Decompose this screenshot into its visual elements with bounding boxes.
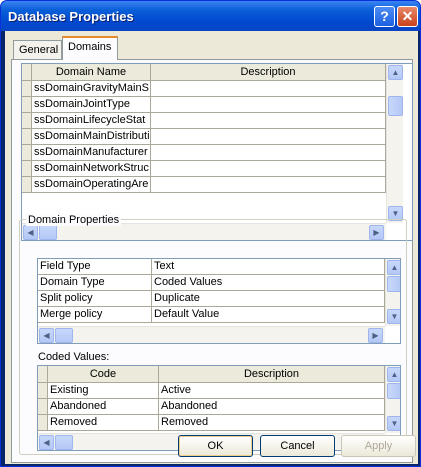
- domain-description-cell[interactable]: [151, 113, 386, 129]
- code-description-cell[interactable]: Removed: [159, 415, 385, 431]
- up-arrow-icon: ▲: [391, 68, 400, 77]
- help-icon: ?: [380, 8, 389, 24]
- row-header[interactable]: [22, 97, 32, 113]
- cancel-button[interactable]: Cancel: [260, 435, 335, 457]
- apply-button[interactable]: Apply: [341, 435, 416, 457]
- scroll-up-button[interactable]: ▲: [387, 367, 400, 382]
- down-arrow-icon: ▼: [390, 312, 399, 321]
- scroll-thumb[interactable]: [55, 328, 73, 343]
- vertical-scrollbar[interactable]: ▲ ▼: [385, 259, 400, 326]
- domain-description-cell[interactable]: [151, 129, 386, 145]
- help-button[interactable]: ?: [374, 6, 395, 27]
- row-header[interactable]: [22, 81, 32, 97]
- property-value-cell[interactable]: Text: [152, 259, 385, 275]
- row-header[interactable]: [38, 383, 48, 399]
- code-cell[interactable]: Removed: [48, 415, 159, 431]
- down-arrow-icon: ▼: [391, 209, 400, 218]
- code-description-cell[interactable]: Abandoned: [159, 399, 385, 415]
- scroll-up-button[interactable]: ▲: [388, 65, 403, 80]
- tab-domains[interactable]: Domains: [62, 36, 118, 60]
- scroll-thumb[interactable]: [388, 96, 403, 116]
- property-name-cell[interactable]: Split policy: [38, 291, 152, 307]
- domain-properties-label: Domain Properties: [26, 214, 122, 226]
- column-header-code[interactable]: Code: [48, 366, 159, 383]
- property-name-cell[interactable]: Field Type: [38, 259, 152, 275]
- close-button[interactable]: ✕: [397, 6, 418, 27]
- code-cell[interactable]: Abandoned: [48, 399, 159, 415]
- domain-description-cell[interactable]: [151, 161, 386, 177]
- domain-name-cell[interactable]: ssDomainOperatingAre: [32, 177, 151, 193]
- row-header[interactable]: [22, 177, 32, 193]
- property-value-cell[interactable]: Duplicate: [152, 291, 385, 307]
- ok-button[interactable]: OK: [178, 435, 253, 457]
- domain-description-cell[interactable]: [151, 97, 386, 113]
- scroll-down-button[interactable]: ▼: [387, 416, 400, 431]
- row-header[interactable]: [22, 145, 32, 161]
- window-title: Database Properties: [8, 9, 134, 24]
- domain-properties-grid[interactable]: Field Type Text Domain Type Coded Values…: [37, 258, 401, 344]
- tab-general[interactable]: General: [13, 40, 62, 60]
- scroll-down-button[interactable]: ▼: [387, 309, 400, 324]
- up-arrow-icon: ▲: [390, 263, 399, 272]
- domain-name-cell[interactable]: ssDomainJointType: [32, 97, 151, 113]
- column-header-description[interactable]: Description: [151, 64, 386, 81]
- row-header[interactable]: [22, 161, 32, 177]
- column-header-description[interactable]: Description: [159, 366, 385, 383]
- down-arrow-icon: ▼: [390, 419, 399, 428]
- domain-description-cell[interactable]: [151, 145, 386, 161]
- grid-corner: [22, 64, 32, 81]
- scroll-left-button[interactable]: ◀: [39, 328, 54, 343]
- domain-name-cell[interactable]: ssDomainManufacturer: [32, 145, 151, 161]
- scroll-up-button[interactable]: ▲: [387, 260, 400, 275]
- code-description-cell[interactable]: Active: [159, 383, 385, 399]
- close-icon: ✕: [401, 8, 414, 24]
- right-arrow-icon: ▶: [372, 331, 379, 340]
- row-header[interactable]: [38, 415, 48, 431]
- left-arrow-icon: ◀: [43, 438, 50, 447]
- column-header-domain-name[interactable]: Domain Name: [32, 64, 151, 81]
- title-bar[interactable]: Database Properties ? ✕: [1, 1, 420, 31]
- coded-values-label: Coded Values:: [38, 351, 110, 363]
- domain-name-cell[interactable]: ssDomainLifecycleStat: [32, 113, 151, 129]
- dialog-window: Database Properties ? ✕ General Domains …: [0, 0, 421, 467]
- domain-description-cell[interactable]: [151, 177, 386, 193]
- property-value-cell[interactable]: Default Value: [152, 307, 385, 323]
- scroll-thumb[interactable]: [387, 383, 400, 399]
- property-name-cell[interactable]: Merge policy: [38, 307, 152, 323]
- row-header[interactable]: [22, 129, 32, 145]
- row-header[interactable]: [38, 399, 48, 415]
- dialog-client-area: General Domains Domain Name Description …: [5, 31, 418, 464]
- horizontal-scrollbar[interactable]: ◀ ▶: [38, 326, 385, 343]
- property-value-cell[interactable]: Coded Values: [152, 275, 385, 291]
- scroll-left-button[interactable]: ◀: [39, 435, 54, 450]
- domain-description-cell[interactable]: [151, 81, 386, 97]
- left-arrow-icon: ◀: [43, 331, 50, 340]
- vertical-scrollbar[interactable]: ▲ ▼: [385, 366, 400, 433]
- domain-name-cell[interactable]: ssDomainNetworkStruc: [32, 161, 151, 177]
- vertical-scrollbar[interactable]: ▲ ▼: [386, 64, 403, 223]
- grid-corner: [38, 366, 48, 383]
- scroll-thumb[interactable]: [55, 435, 73, 450]
- property-name-cell[interactable]: Domain Type: [38, 275, 152, 291]
- scroll-thumb[interactable]: [387, 276, 400, 292]
- row-header[interactable]: [22, 113, 32, 129]
- up-arrow-icon: ▲: [390, 370, 399, 379]
- scroll-right-button[interactable]: ▶: [368, 328, 383, 343]
- domain-name-cell[interactable]: ssDomainGravityMainS: [32, 81, 151, 97]
- domain-name-cell[interactable]: ssDomainMainDistributi: [32, 129, 151, 145]
- code-cell[interactable]: Existing: [48, 383, 159, 399]
